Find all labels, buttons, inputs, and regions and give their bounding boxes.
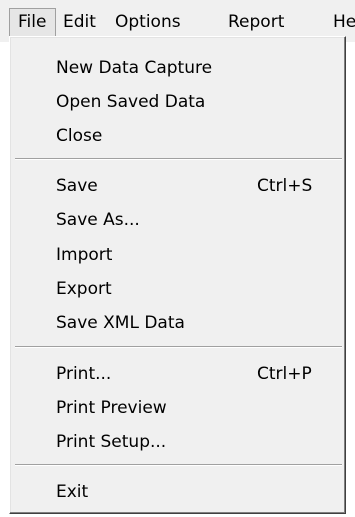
menu-item-label: Save XML Data xyxy=(56,313,185,333)
menu-item-shortcut: Ctrl+S xyxy=(257,176,313,196)
menu-item-label: Print... xyxy=(56,364,112,384)
menu-item-print[interactable]: Print... Ctrl+P xyxy=(10,359,343,389)
menu-item-new-data-capture[interactable]: New Data Capture xyxy=(10,53,343,83)
menu-item-label: New Data Capture xyxy=(56,58,213,78)
menu-item-save-xml-data[interactable]: Save XML Data xyxy=(10,308,343,338)
menu-separator xyxy=(15,464,342,466)
menu-item-save[interactable]: Save Ctrl+S xyxy=(10,171,343,201)
menu-help[interactable]: He xyxy=(333,8,355,36)
menu-item-label: Import xyxy=(56,245,113,265)
menu-item-open-saved-data[interactable]: Open Saved Data xyxy=(10,87,343,117)
menu-item-label: Close xyxy=(56,126,103,146)
menu-item-close[interactable]: Close xyxy=(10,121,343,151)
menu-separator xyxy=(15,346,342,348)
menu-item-export[interactable]: Export xyxy=(10,274,343,304)
menu-item-label: Export xyxy=(56,279,112,299)
menu-item-import[interactable]: Import xyxy=(10,240,343,270)
menu-item-print-setup[interactable]: Print Setup... xyxy=(10,427,343,457)
menu-separator xyxy=(15,158,342,160)
menu-item-print-preview[interactable]: Print Preview xyxy=(10,393,343,423)
menu-item-label: Exit xyxy=(56,482,89,502)
menu-item-label: Print Preview xyxy=(56,398,167,418)
menu-file[interactable]: File xyxy=(9,8,56,36)
menu-item-label: Save xyxy=(56,176,98,196)
menu-item-label: Print Setup... xyxy=(56,432,167,452)
menu-item-save-as[interactable]: Save As... xyxy=(10,205,343,235)
menu-report[interactable]: Report xyxy=(228,8,284,36)
menu-options[interactable]: Options xyxy=(115,8,181,36)
menu-edit[interactable]: Edit xyxy=(63,8,96,36)
menu-item-label: Save As... xyxy=(56,210,140,230)
file-dropdown-menu: New Data Capture Open Saved Data Close S… xyxy=(9,36,346,514)
menu-item-label: Open Saved Data xyxy=(56,92,206,112)
menu-item-exit[interactable]: Exit xyxy=(10,477,343,507)
menu-item-shortcut: Ctrl+P xyxy=(257,364,312,384)
